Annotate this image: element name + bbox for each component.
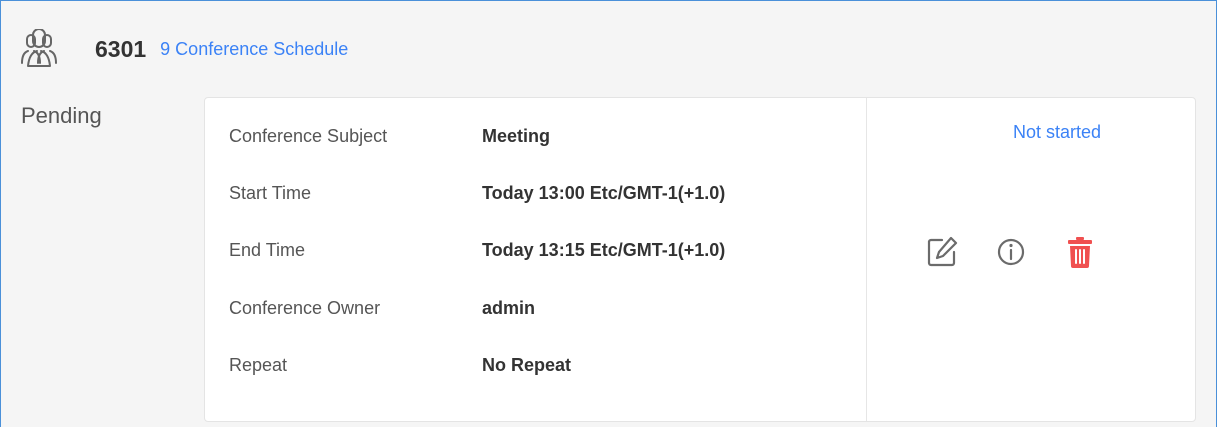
trash-icon[interactable] [1062,234,1098,270]
conference-users-icon [21,29,57,67]
edit-icon[interactable] [924,234,960,270]
section-status-label: Pending [21,103,102,128]
conference-state: Not started [1013,122,1102,142]
detail-value: Today 13:00 Etc/GMT-1(+1.0) [482,182,726,203]
conference-card: Conference Subject Meeting Start Time To… [204,97,1196,422]
detail-value: Meeting [482,125,551,146]
detail-value: No Repeat [482,354,572,375]
detail-label: Conference Owner [229,297,381,318]
detail-label: Start Time [229,182,312,203]
room-number: 6301 [95,35,147,62]
detail-value: admin [482,297,536,318]
conference-panel: 6301 9 Conference Schedule Pending Confe… [0,0,1217,427]
conference-room-header: 6301 9 Conference Schedule [19,29,348,69]
conference-schedule-link[interactable]: 9 Conference Schedule [160,39,348,60]
conference-actions [924,234,1098,270]
detail-label: End Time [229,239,306,260]
detail-value: Today 13:15 Etc/GMT-1(+1.0) [482,239,726,260]
info-icon[interactable] [993,234,1029,270]
detail-label: Repeat [229,354,288,375]
card-divider [866,98,867,421]
detail-label: Conference Subject [229,125,388,146]
